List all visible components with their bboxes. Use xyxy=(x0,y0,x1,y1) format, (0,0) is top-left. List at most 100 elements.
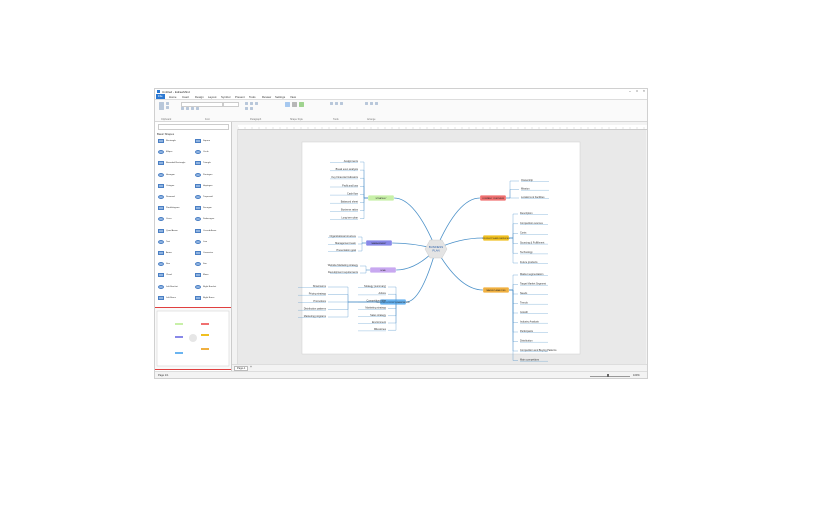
library-shape[interactable]: Triangle xyxy=(195,161,211,166)
library-shape[interactable]: Pentagon xyxy=(195,172,212,177)
canvas-area[interactable]: STRATEGY Assignments Break even analysis Ke… xyxy=(238,130,646,364)
library-shape[interactable]: Curved Arrow xyxy=(195,228,216,233)
add-page-button[interactable]: + xyxy=(250,365,252,369)
minimize-icon[interactable]: – xyxy=(629,89,631,93)
library-shape[interactable]: Arrow xyxy=(158,251,172,255)
bullets-icon[interactable] xyxy=(245,107,248,110)
menu-settings[interactable]: Settings xyxy=(275,95,285,99)
branch-label: MARKET ANALYSIS xyxy=(486,289,506,292)
align-left-icon[interactable] xyxy=(245,102,248,105)
menu-present[interactable]: Present xyxy=(235,95,245,99)
font-color-icon[interactable] xyxy=(196,107,199,110)
font-size-select[interactable] xyxy=(223,102,239,107)
connector-tool-icon[interactable] xyxy=(340,102,343,105)
library-shape[interactable]: Rectangle xyxy=(158,139,176,143)
cut-icon[interactable] xyxy=(166,102,169,105)
branch-label: PRODUCTS AND SERVICES xyxy=(482,237,510,240)
maximize-icon[interactable]: □ xyxy=(636,89,638,93)
library-shape[interactable]: Left Brace xyxy=(158,295,176,300)
library-shape[interactable]: Rounded Rectangle xyxy=(158,161,185,166)
app-window: Untitled - EdrawMind – □ × File Home Ins… xyxy=(154,88,648,379)
copy-icon[interactable] xyxy=(166,106,169,109)
leaf-label: Main competitors xyxy=(520,359,540,362)
library-shape[interactable]: Text xyxy=(158,239,170,244)
align-center-icon[interactable] xyxy=(250,102,253,105)
library-section-header[interactable]: Basic Shapes xyxy=(157,132,174,136)
library-shape[interactable]: Heptagon xyxy=(195,183,213,188)
shape-thumbnail-icon xyxy=(158,172,164,177)
menu-tools[interactable]: Tools xyxy=(249,95,256,99)
zoom-slider[interactable] xyxy=(590,375,630,377)
menu-review[interactable]: Review xyxy=(262,95,271,99)
shape-thumbnail-icon xyxy=(195,228,201,233)
leaf-label: Growth xyxy=(520,311,529,314)
leaf-label: Future products xyxy=(520,261,538,264)
shape-thumbnail-icon xyxy=(195,183,201,188)
menu-view[interactable]: View xyxy=(290,95,296,99)
bold-icon[interactable] xyxy=(181,107,184,110)
menu-file[interactable]: File xyxy=(156,94,165,99)
mindmap-canvas[interactable]: STRATEGY Assignments Break even analysis Ke… xyxy=(238,130,646,364)
zoom-slider-handle[interactable] xyxy=(607,374,609,377)
library-shape[interactable]: Left Bracket xyxy=(158,284,178,289)
italic-icon[interactable] xyxy=(186,107,189,110)
paste-icon[interactable] xyxy=(159,102,164,110)
library-shape[interactable]: Decagon xyxy=(195,206,212,211)
leaf-label: Description xyxy=(520,212,533,215)
library-shape[interactable]: Connector xyxy=(195,251,213,255)
library-shape[interactable]: Circle xyxy=(195,150,209,155)
group-paragraph: Paragraph xyxy=(250,118,262,121)
library-shape[interactable]: Right Bracket xyxy=(195,284,216,289)
library-search-input[interactable] xyxy=(158,124,229,130)
library-shape[interactable]: Hexagon xyxy=(158,172,175,177)
library-shape[interactable]: Dodecagon xyxy=(195,217,214,222)
shape-thumbnail-icon xyxy=(158,228,164,233)
group-icon[interactable] xyxy=(375,102,378,105)
library-shape[interactable]: Octagon xyxy=(158,183,174,188)
shadow-icon[interactable] xyxy=(299,102,304,107)
library-shape[interactable]: Cross xyxy=(158,217,172,222)
status-page: Page 1/1 xyxy=(158,374,169,377)
shape-thumbnail-icon xyxy=(158,284,164,289)
leaf-label: Sourcing & Fulfillment xyxy=(520,241,545,244)
library-shape[interactable]: Square xyxy=(195,139,210,143)
library-shape[interactable]: Quad Arrow xyxy=(158,228,178,233)
send-back-icon[interactable] xyxy=(370,102,373,105)
leaf-label: Competitors sources xyxy=(520,222,544,225)
line-icon[interactable] xyxy=(292,102,297,107)
underline-icon[interactable] xyxy=(191,107,194,110)
fill-icon[interactable] xyxy=(285,102,290,107)
library-shape[interactable]: Right Brace xyxy=(195,295,214,300)
shape-thumbnail-icon xyxy=(158,295,164,300)
library-shape[interactable]: Trapezoid xyxy=(195,195,213,199)
library-shape[interactable]: Sun xyxy=(195,262,207,267)
library-shape[interactable]: Cloud xyxy=(158,273,172,278)
menu-symbol[interactable]: Symbol xyxy=(221,95,230,99)
menu-home[interactable]: Home xyxy=(169,95,176,99)
library-shape-label: Cross xyxy=(166,218,172,221)
align-right-icon[interactable] xyxy=(255,102,258,105)
numbering-icon[interactable] xyxy=(250,107,253,110)
library-shape[interactable]: Parallelogram xyxy=(158,206,180,211)
close-icon[interactable]: × xyxy=(643,89,645,93)
text-tool-icon[interactable] xyxy=(335,102,338,105)
shape-thumbnail-icon xyxy=(158,239,164,244)
library-shape-label: Heptagon xyxy=(203,184,213,187)
library-shape[interactable]: Star xyxy=(158,262,170,267)
library-shape[interactable]: Moon xyxy=(195,273,208,278)
leaf-label: Strategy (summary) xyxy=(364,285,386,288)
page-tab[interactable]: Page-1 xyxy=(234,365,249,371)
bring-front-icon[interactable] xyxy=(365,102,368,105)
library-shape-label: Arrow xyxy=(166,252,172,254)
menu-layout[interactable]: Layout xyxy=(208,95,216,99)
menu-design[interactable]: Design xyxy=(195,95,204,99)
minimap[interactable] xyxy=(155,307,231,370)
leaf-label: Distribution patterns xyxy=(304,308,327,311)
library-shape[interactable]: Diamond xyxy=(158,195,175,199)
select-icon[interactable] xyxy=(330,102,333,105)
menu-insert[interactable]: Insert xyxy=(182,95,189,99)
shape-thumbnail-icon xyxy=(195,161,201,166)
shape-thumbnail-icon xyxy=(195,295,201,300)
library-shape[interactable]: Ellipse xyxy=(158,150,172,155)
library-shape[interactable]: Line xyxy=(195,239,207,244)
